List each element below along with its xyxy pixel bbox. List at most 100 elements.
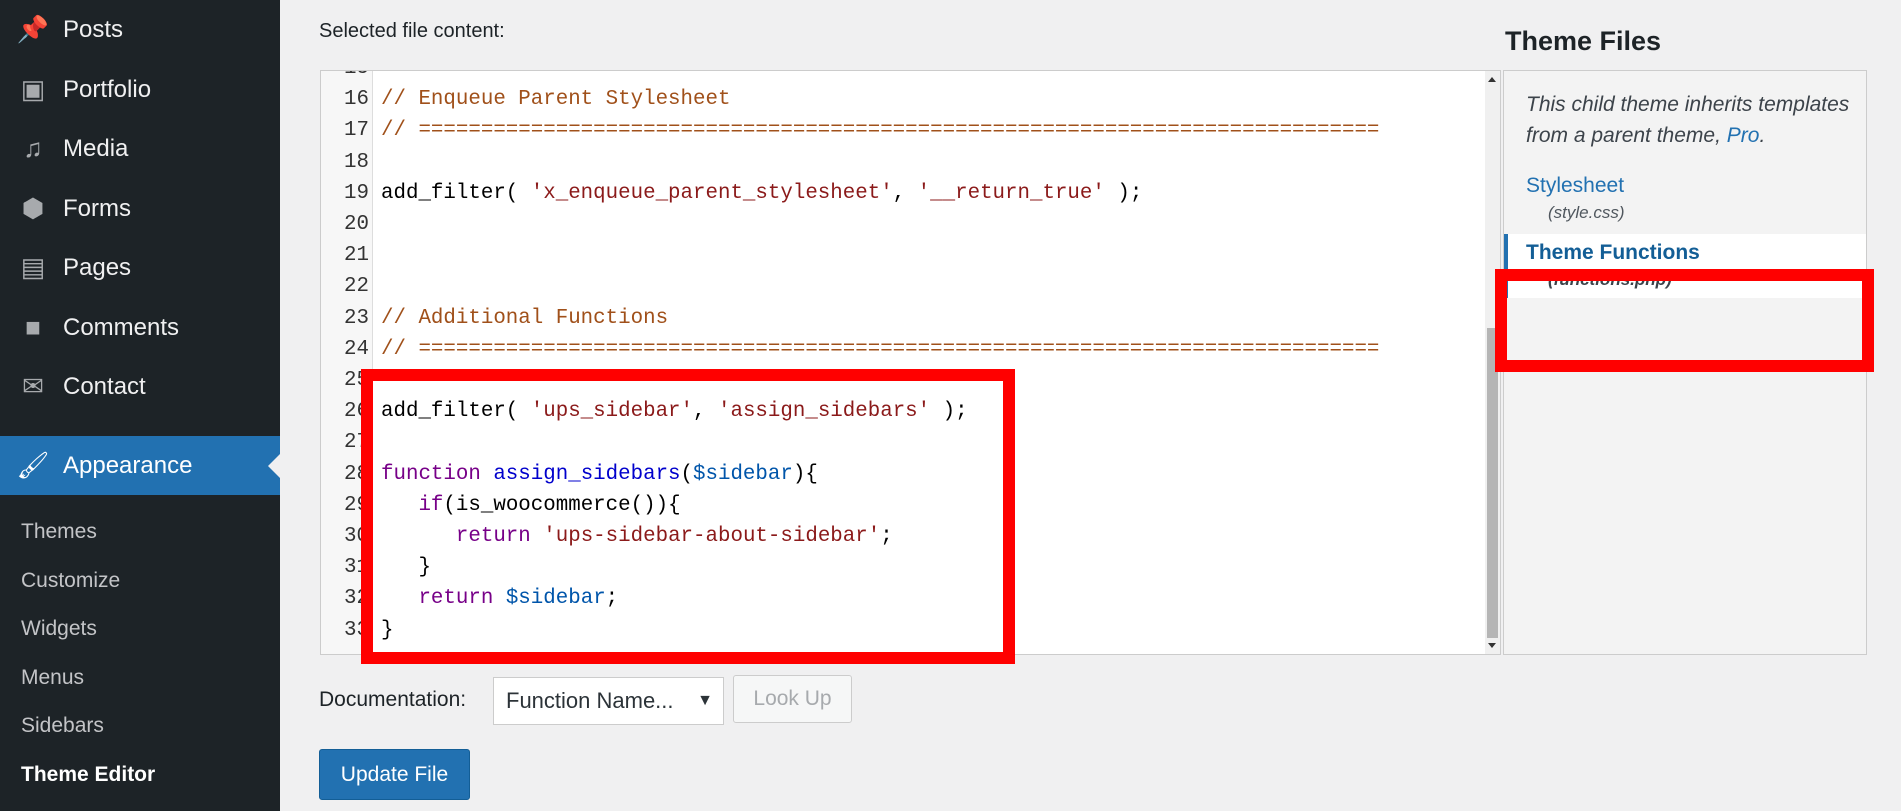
sidebar-item-label: Media xyxy=(63,134,129,162)
code-line: return $sidebar; xyxy=(381,583,618,614)
line-number: 32 xyxy=(344,587,369,611)
code-line: // =====================================… xyxy=(381,334,1379,365)
code-token: (is_woocommerce()){ xyxy=(443,493,681,517)
line-number: 22 xyxy=(344,275,369,299)
select-value: Function Name... xyxy=(506,688,674,713)
sidebar-item-pages[interactable]: ▤ Pages xyxy=(0,238,280,297)
line-number: 20 xyxy=(344,213,369,236)
update-file-button[interactable]: Update File xyxy=(319,749,470,800)
scroll-up-icon[interactable] xyxy=(1488,73,1496,82)
code-line: // Additional Functions xyxy=(381,303,668,334)
submenu-menus[interactable]: Menus xyxy=(21,666,84,690)
code-token: return xyxy=(455,525,531,548)
line-number: 15 xyxy=(321,71,369,84)
code-token: , xyxy=(892,181,918,205)
file-theme-functions[interactable]: Theme Functions (functions.php) xyxy=(1504,234,1866,298)
mail-icon: ✉ xyxy=(22,371,44,401)
line-number: 26 xyxy=(344,400,369,424)
code-line: add_filter( 'x_enqueue_parent_stylesheet… xyxy=(381,178,1142,209)
inherit-note: This child theme inherits templates from… xyxy=(1526,89,1856,151)
scroll-down-icon[interactable] xyxy=(1488,643,1496,652)
scrollbar-thumb[interactable] xyxy=(1487,328,1498,638)
look-up-button[interactable]: Look Up xyxy=(733,675,852,723)
sidebar-item-label: Portfolio xyxy=(63,75,152,103)
code-token: $sidebar xyxy=(505,587,606,611)
code-editor[interactable]: 15 16 17 18 19 20 21 22 23 24 25 26 27 28 29 30 31 32 33 /… xyxy=(320,70,1501,655)
line-number: 17 xyxy=(344,119,369,143)
line-number: 21 xyxy=(344,244,369,268)
code-token: // =====================================… xyxy=(381,337,1380,361)
file-stylesheet[interactable]: Stylesheet (style.css) xyxy=(1504,174,1866,223)
code-token: assign_sidebars xyxy=(493,462,681,486)
code-token: ); xyxy=(930,400,968,424)
sidebar-item-posts[interactable]: 📌 Posts xyxy=(0,0,280,59)
sidebar-item-label: Pages xyxy=(63,253,132,281)
code-line: if(is_woocommerce()){ xyxy=(381,490,681,521)
sidebar-item-forms[interactable]: ⬢ Forms xyxy=(0,179,280,238)
sidebar-item-label: Contact xyxy=(63,372,146,400)
function-name-select[interactable]: Function Name... ▼ xyxy=(493,677,724,725)
line-number: 23 xyxy=(344,306,369,330)
sidebar-item-label: Posts xyxy=(63,15,124,43)
submenu-widgets[interactable]: Widgets xyxy=(21,617,97,641)
code-line: // =====================================… xyxy=(381,115,1379,146)
sidebar-item-contact[interactable]: ✉ Contact xyxy=(0,357,280,416)
code-line: // Enqueue Parent Stylesheet xyxy=(381,84,730,115)
code-token: // Additional Functions xyxy=(381,306,669,330)
editor-scrollbar[interactable] xyxy=(1485,71,1500,654)
code-token: if xyxy=(418,493,444,517)
file-name: (style.css) xyxy=(1548,203,1625,222)
line-number: 25 xyxy=(344,369,369,392)
code-token: return xyxy=(418,587,494,611)
code-line: } xyxy=(381,552,430,583)
submenu-theme-editor[interactable]: Theme Editor xyxy=(21,763,155,787)
sidebar-item-comments[interactable]: ■ Comments xyxy=(0,298,280,357)
sidebar-item-appearance[interactable]: 🖌 Appearance xyxy=(0,436,280,495)
inherit-end: . xyxy=(1759,124,1766,147)
code-token: 'ups_sidebar' xyxy=(530,400,694,424)
file-name: (functions.php) xyxy=(1548,270,1672,289)
line-gutter: 15 16 17 18 19 20 21 22 23 24 25 26 27 28 29 30 31 32 33 xyxy=(321,71,373,654)
code-line: } xyxy=(381,615,393,646)
code-line: return 'ups-sidebar-about-sidebar'; xyxy=(381,521,893,552)
submenu-sidebars[interactable]: Sidebars xyxy=(21,714,104,738)
code-token: ( xyxy=(680,462,694,486)
code-line: function assign_sidebars($sidebar){ xyxy=(381,459,818,490)
admin-sidebar: 📌 Posts ▣ Portfolio ♫ Media ⬢ Forms ▤ Pages ■ Comme… xyxy=(0,0,280,811)
code-token: add_filter( xyxy=(381,181,531,205)
code-token: // =====================================… xyxy=(381,119,1380,143)
submenu-customize[interactable]: Customize xyxy=(21,569,120,593)
line-number: 27 xyxy=(344,431,369,455)
sidebar-item-label: Forms xyxy=(63,194,131,222)
line-number: 31 xyxy=(344,556,369,580)
code-token: } xyxy=(381,618,394,642)
submenu-themes[interactable]: Themes xyxy=(21,520,97,544)
line-number: 28 xyxy=(344,462,369,486)
theme-files-title: Theme Files xyxy=(1505,26,1662,56)
line-number: 29 xyxy=(344,493,369,517)
sidebar-item-media[interactable]: ♫ Media xyxy=(0,119,280,178)
code-token: function xyxy=(381,462,481,486)
parent-theme-link[interactable]: Pro xyxy=(1727,124,1760,147)
pages-icon: ▤ xyxy=(20,252,46,282)
sidebar-item-label: Appearance xyxy=(63,451,193,479)
inherit-text: This child theme inherits templates from… xyxy=(1526,93,1850,147)
code-token: // Enqueue Parent Stylesheet xyxy=(381,88,731,112)
file-label: Theme Functions xyxy=(1526,241,1700,264)
line-number: 24 xyxy=(344,337,369,361)
pin-icon: 📌 xyxy=(16,14,50,44)
line-number: 30 xyxy=(344,525,369,548)
code-token: add_filter( xyxy=(381,400,531,424)
line-number: 19 xyxy=(344,181,369,205)
sidebar-item-portfolio[interactable]: ▣ Portfolio xyxy=(0,60,280,119)
code-token: $sidebar xyxy=(693,462,793,486)
dropdown-arrow-icon: ▼ xyxy=(697,692,713,709)
code-token: ; xyxy=(880,525,893,548)
sidebar-item-label: Comments xyxy=(63,313,180,341)
code-token: '__return_true' xyxy=(917,181,1105,205)
code-token: ); xyxy=(1104,181,1143,205)
